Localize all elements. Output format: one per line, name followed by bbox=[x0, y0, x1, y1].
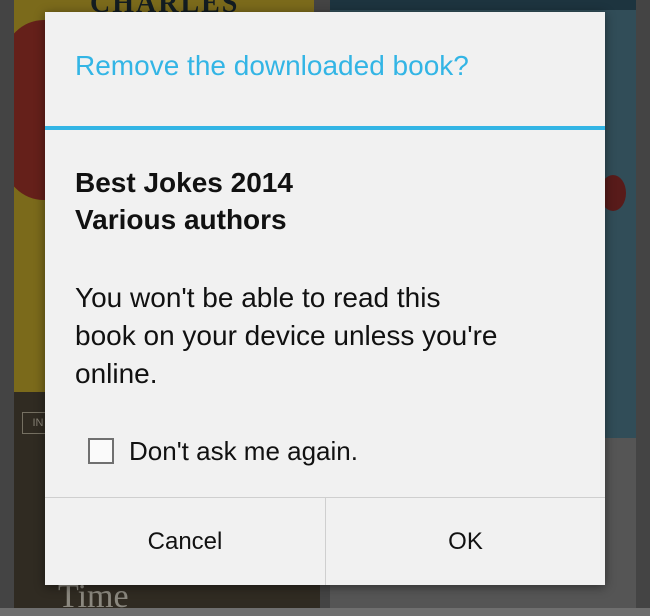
dialog-title: Remove the downloaded book? bbox=[75, 50, 469, 81]
book-author: Various authors bbox=[75, 204, 287, 235]
dont-ask-again-checkbox[interactable] bbox=[88, 438, 114, 464]
message-line: You won't be able to read this bbox=[75, 282, 441, 313]
cancel-button[interactable]: Cancel bbox=[45, 498, 325, 585]
remove-book-dialog: Remove the downloaded book? Best Jokes 2… bbox=[45, 12, 605, 585]
dont-ask-again-label[interactable]: Don't ask me again. bbox=[129, 436, 358, 467]
ok-button[interactable]: OK bbox=[326, 498, 605, 585]
message-line: online. bbox=[75, 358, 158, 389]
dont-ask-again-row[interactable]: Don't ask me again. bbox=[88, 434, 358, 468]
title-divider bbox=[45, 126, 605, 130]
dialog-message: You won't be able to read this book on y… bbox=[75, 279, 585, 393]
book-title: Best Jokes 2014 bbox=[75, 167, 293, 198]
message-line: book on your device unless you're bbox=[75, 320, 498, 351]
